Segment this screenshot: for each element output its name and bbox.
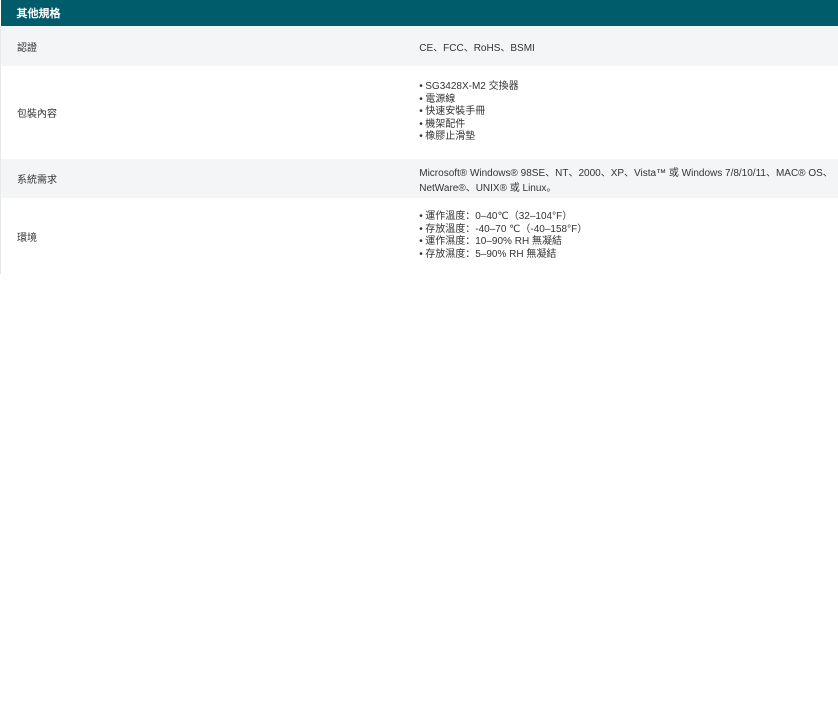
list-item: • 運作濕度：10–90% RH 無凝結: [419, 236, 838, 249]
list-item-text: 存放濕度：5–90% RH 無凝結: [425, 248, 557, 260]
list-item: • 運作溫度：0–40℃（32–104°F）: [419, 211, 838, 224]
list-item-text: 運作濕度：10–90% RH 無凝結: [425, 236, 562, 247]
section-title: 其他規格: [16, 8, 61, 20]
list-item-text: 機架配件: [425, 118, 466, 130]
list-item-text: 存放溫度：-40–70 ℃（-40–158°F）: [425, 223, 588, 235]
list-item-text: 快速安裝手冊: [425, 106, 486, 118]
list-item: • SG3428X-M2 交換器: [419, 81, 838, 94]
list-item-text: 電源線: [425, 93, 456, 105]
spec-header: 其他規格: [0, 0, 838, 26]
environment-list: • 運作溫度：0–40℃（32–104°F） • 存放溫度：-40–70 ℃（-40…: [419, 211, 838, 261]
spec-row-environment: 環境 • 運作溫度：0–40℃（32–104°F） • 存放溫度：-40–70 ℃（…: [0, 198, 838, 274]
spec-row-certification: 認證 CE、FCC、RoHS、BSMI: [0, 26, 838, 66]
spec-row-system: 系統需求 Microsoft® Windows® 98SE、NT、2000、XP…: [0, 159, 838, 198]
list-item-text: 橡膠止滑墊: [425, 131, 476, 143]
row-value-package: • SG3428X-M2 交換器 • 電源線 • 快速安裝手冊 • 機架配件 • 橡膠止滑…: [419, 66, 838, 159]
row-label-environment: 環境: [0, 198, 420, 274]
row-label-system: 系統需求: [0, 159, 420, 198]
list-item: • 存放溫度：-40–70 ℃（-40–158°F）: [419, 224, 838, 237]
list-item: • 橡膠止滑墊: [419, 131, 838, 144]
spec-row-package: 包裝內容 • SG3428X-M2 交換器 • 電源線 • 快速安裝手冊 • 機架配件 …: [0, 66, 838, 159]
list-item: • 機架配件: [419, 119, 838, 132]
list-item-text: 運作溫度：0–40℃（32–104°F）: [425, 211, 573, 222]
spec-table: 其他規格 認證 CE、FCC、RoHS、BSMI 包裝內容 • SG3428X-M…: [0, 0, 838, 274]
list-item-text: SG3428X-M2 交換器: [425, 81, 519, 93]
row-value-certification: CE、FCC、RoHS、BSMI: [419, 26, 838, 66]
list-item: • 電源線: [419, 94, 838, 107]
row-label-package: 包裝內容: [0, 66, 420, 159]
list-item: • 快速安裝手冊: [419, 106, 838, 119]
row-value-system: Microsoft® Windows® 98SE、NT、2000、XP、Vist…: [419, 159, 838, 198]
package-list: • SG3428X-M2 交換器 • 電源線 • 快速安裝手冊 • 機架配件 • 橡膠止滑…: [419, 81, 838, 144]
row-value-environment: • 運作溫度：0–40℃（32–104°F） • 存放溫度：-40–70 ℃（-40…: [419, 198, 838, 274]
list-item: • 存放濕度：5–90% RH 無凝結: [419, 249, 838, 262]
row-label-certification: 認證: [0, 26, 420, 66]
